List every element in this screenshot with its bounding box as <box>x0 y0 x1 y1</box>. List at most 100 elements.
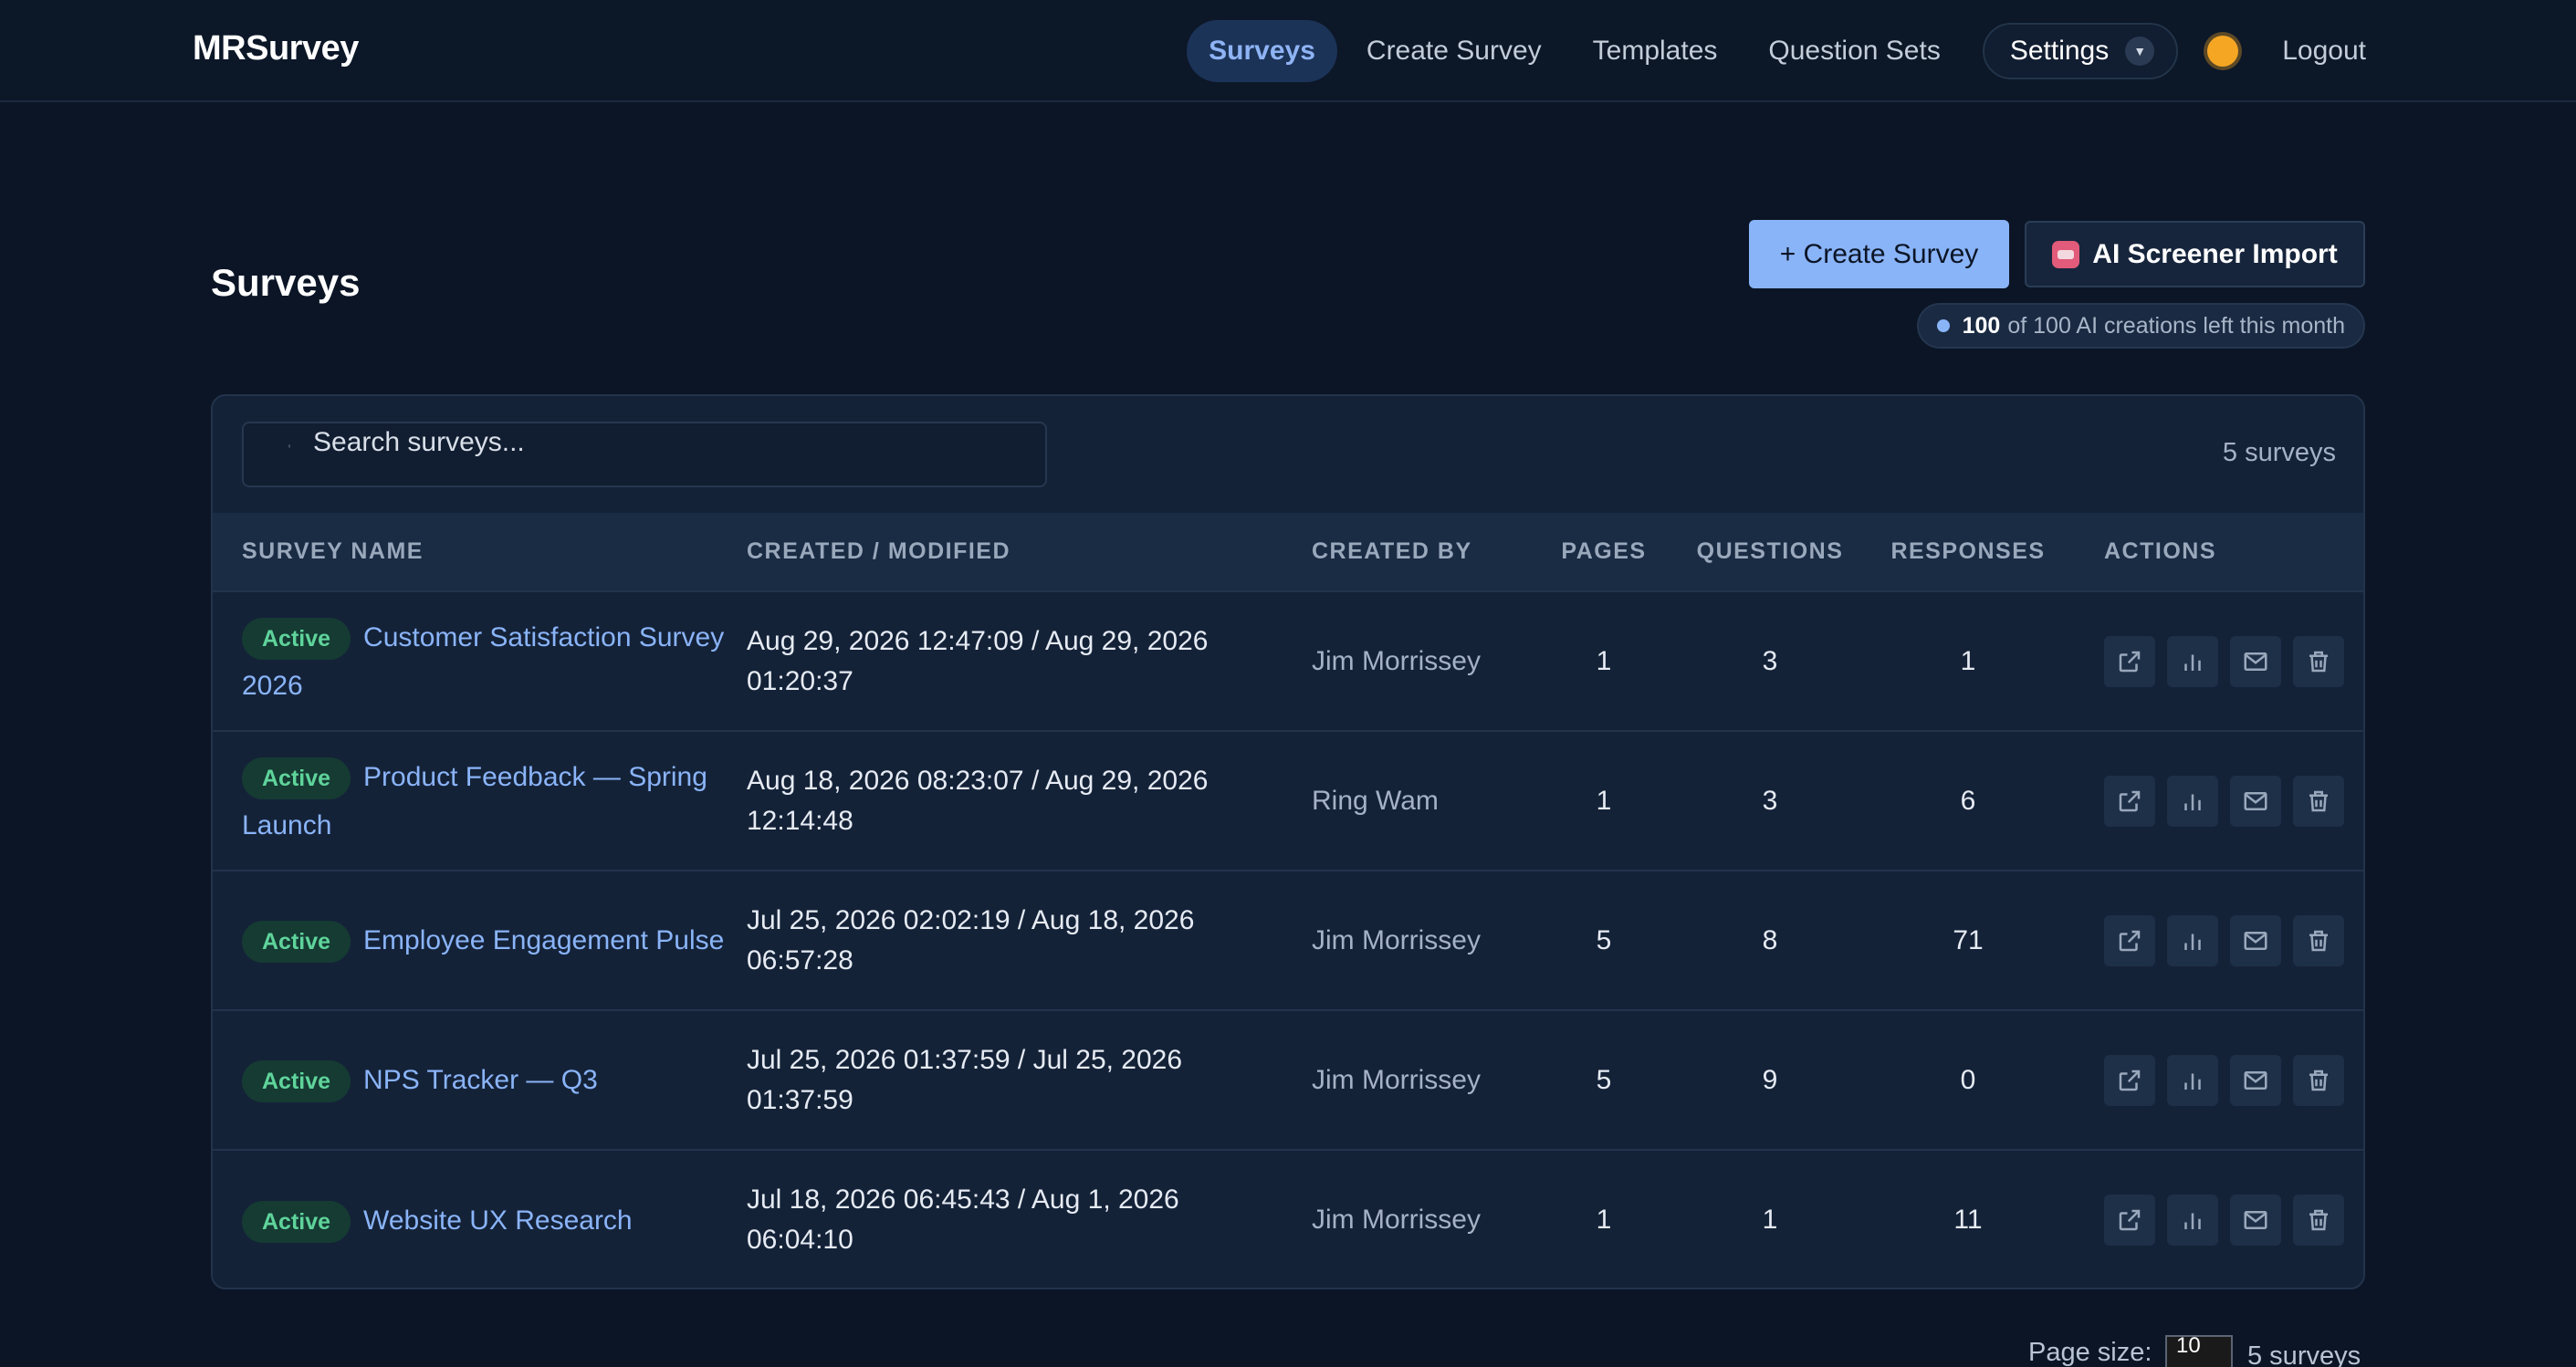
nav-link-templates[interactable]: Templates <box>1571 20 1740 82</box>
surveys-card: , Search surveys... 5 surveys SURVEY NAM… <box>211 394 2365 1289</box>
column-header-questions[interactable]: QUESTIONS <box>1671 513 1869 591</box>
survey-name-link[interactable]: Website UX Research <box>363 1205 633 1236</box>
bar-chart-button[interactable] <box>2167 914 2218 966</box>
table-row: Active Employee Engagement Pulse Jul 25, … <box>213 871 2363 1010</box>
table-header-row: SURVEY NAME CREATED / MODIFIED CREATED B… <box>213 513 2363 591</box>
cell-pages: 1 <box>1596 1205 1612 1235</box>
column-header-created-by[interactable]: CREATED BY <box>1312 513 1536 591</box>
page-size-label: Page size: <box>2028 1338 2152 1367</box>
trash-button[interactable] <box>2293 1195 2344 1246</box>
bar-chart-icon <box>2179 1206 2206 1234</box>
trash-button[interactable] <box>2293 914 2344 966</box>
cell-actions <box>2068 591 2363 731</box>
nav-items: Surveys Create Survey Templates Question… <box>1179 20 2366 82</box>
logout-link[interactable]: Logout <box>2282 36 2366 67</box>
trash-button[interactable] <box>2293 775 2344 827</box>
brand-logo[interactable]: MRSurvey <box>193 29 359 68</box>
page-size-input[interactable]: 10 <box>2165 1335 2233 1367</box>
column-header-pages[interactable]: PAGES <box>1536 513 1671 591</box>
cell-actions <box>2068 731 2363 871</box>
cell-pages: 1 <box>1596 645 1612 676</box>
mail-icon <box>2242 927 2269 955</box>
trash-icon <box>2305 1206 2332 1234</box>
external-link-button[interactable] <box>2104 775 2155 827</box>
settings-dropdown[interactable]: Settings ▼ <box>1982 23 2179 79</box>
mail-icon <box>2242 788 2269 815</box>
mail-button[interactable] <box>2230 914 2281 966</box>
chevron-down-icon: ▼ <box>2125 37 2155 66</box>
page-title: Surveys <box>211 261 361 304</box>
bar-chart-button[interactable] <box>2167 1054 2218 1106</box>
cell-created-modified: Jul 18, 2026 06:45:43 / Aug 1, 2026 06:0… <box>747 1184 1179 1255</box>
external-link-button[interactable] <box>2104 914 2155 966</box>
external-link-icon <box>2116 788 2143 815</box>
bar-chart-icon <box>2179 648 2206 675</box>
bar-chart-button[interactable] <box>2167 1195 2218 1246</box>
quota-dot-icon <box>1936 319 1950 332</box>
bar-chart-button[interactable] <box>2167 775 2218 827</box>
cell-actions <box>2068 1010 2363 1150</box>
status-badge: Active <box>242 921 351 964</box>
external-link-button[interactable] <box>2104 1195 2155 1246</box>
cell-questions: 9 <box>1762 1064 1778 1095</box>
status-badge: Active <box>242 1200 351 1243</box>
column-header-responses[interactable]: RESPONSES <box>1869 513 2068 591</box>
row-actions <box>2104 775 2363 827</box>
cell-survey-name: Active Product Feedback — Spring Launch <box>213 731 747 871</box>
cell-pages: 1 <box>1596 785 1612 816</box>
cell-responses: 71 <box>1953 924 1984 955</box>
cell-created-by: Ring Wam <box>1312 785 1439 816</box>
cell-created-modified: Jul 25, 2026 02:02:19 / Aug 18, 2026 06:… <box>747 904 1195 976</box>
trash-button[interactable] <box>2293 1054 2344 1106</box>
create-survey-button[interactable]: + Create Survey <box>1749 220 2009 288</box>
bar-chart-button[interactable] <box>2167 635 2218 687</box>
ai-screener-import-button[interactable]: AI Screener Import <box>2025 221 2365 287</box>
trash-icon <box>2305 788 2332 815</box>
cell-responses: 11 <box>1953 1205 1983 1235</box>
survey-name-link[interactable]: NPS Tracker — Q3 <box>363 1065 598 1095</box>
row-actions <box>2104 635 2363 687</box>
survey-count: 5 surveys <box>2222 438 2336 467</box>
status-badge: Active <box>242 757 351 799</box>
external-link-button[interactable] <box>2104 635 2155 687</box>
trash-icon <box>2305 1067 2332 1094</box>
table-row: Active Website UX Research Jul 18, 2026 0… <box>213 1150 2363 1288</box>
mail-button[interactable] <box>2230 775 2281 827</box>
external-link-icon <box>2116 927 2143 955</box>
search-input[interactable]: , Search surveys... <box>242 422 1047 487</box>
table-row: Active Customer Satisfaction Survey 2026 … <box>213 591 2363 731</box>
bar-chart-icon <box>2179 788 2206 815</box>
cell-questions: 8 <box>1762 924 1778 955</box>
trash-button[interactable] <box>2293 635 2344 687</box>
cell-pages: 5 <box>1596 924 1612 955</box>
nav-link-create-survey[interactable]: Create Survey <box>1345 20 1564 82</box>
nav-link-surveys[interactable]: Surveys <box>1187 20 1337 82</box>
column-header-created-modified[interactable]: CREATED / MODIFIED <box>747 513 1312 591</box>
mail-button[interactable] <box>2230 1054 2281 1106</box>
search-icon: , <box>288 434 291 449</box>
external-link-button[interactable] <box>2104 1054 2155 1106</box>
cell-created-modified: Jul 25, 2026 01:37:59 / Jul 25, 2026 01:… <box>747 1044 1183 1115</box>
quota-count: 100 <box>1962 312 2001 339</box>
cell-responses: 0 <box>1960 1064 1976 1095</box>
survey-name-link[interactable]: Employee Engagement Pulse <box>363 925 724 955</box>
status-badge: Active <box>242 1060 351 1103</box>
nav-link-question-sets[interactable]: Question Sets <box>1746 20 1962 82</box>
mail-button[interactable] <box>2230 1195 2281 1246</box>
row-actions <box>2104 1054 2363 1106</box>
mail-button[interactable] <box>2230 635 2281 687</box>
cell-pages: 5 <box>1596 1064 1612 1095</box>
ai-quota-badge: 100 of 100 AI creations left this month <box>1916 303 2365 349</box>
column-header-survey-name[interactable]: SURVEY NAME <box>213 513 747 591</box>
sun-icon[interactable] <box>2207 36 2239 67</box>
table-row: Active NPS Tracker — Q3 Jul 25, 2026 01:3… <box>213 1010 2363 1150</box>
cell-created-modified: Aug 29, 2026 12:47:09 / Aug 29, 2026 01:… <box>747 625 1209 696</box>
cell-survey-name: Active Employee Engagement Pulse <box>213 871 747 1010</box>
quota-text: of 100 AI creations left this month <box>2007 312 2345 339</box>
surveys-table: SURVEY NAME CREATED / MODIFIED CREATED B… <box>213 513 2363 1288</box>
cell-created-by: Jim Morrissey <box>1312 1064 1481 1095</box>
settings-label: Settings <box>2009 36 2110 66</box>
cell-survey-name: Active Customer Satisfaction Survey 2026 <box>213 591 747 731</box>
external-link-icon <box>2116 1067 2143 1094</box>
cell-created-by: Jim Morrissey <box>1312 1205 1481 1235</box>
